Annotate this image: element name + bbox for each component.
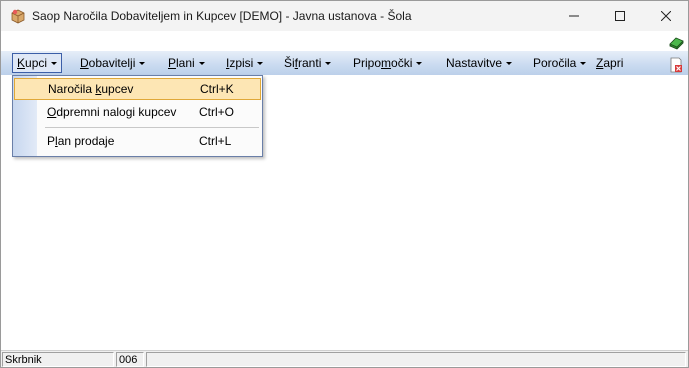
menu-label-post: upci bbox=[25, 56, 48, 70]
menu-item-shortcut: Ctrl+L bbox=[199, 134, 232, 148]
menu-pripomocki[interactable]: Pripomočki bbox=[349, 54, 426, 72]
chevron-down-icon bbox=[416, 62, 423, 66]
menu-label-post: lani bbox=[176, 56, 195, 70]
menu-label-pre: Poročila bbox=[533, 56, 577, 70]
window-title: Saop Naročila Dobaviteljem in Kupcev [DE… bbox=[32, 9, 412, 23]
kupci-dropdown-menu: Naročila kupcev Ctrl+K Odpremni nalogi k… bbox=[12, 75, 263, 157]
menu-item-plan-prodaje[interactable]: Plan prodaje Ctrl+L bbox=[14, 131, 259, 151]
menu-nastavitve[interactable]: Nastavitve bbox=[442, 54, 516, 72]
menu-label-pre: Nastavitve bbox=[446, 56, 503, 70]
menu-sifranti[interactable]: Šifranti bbox=[280, 54, 335, 72]
menu-accel: m bbox=[381, 56, 392, 70]
menu-dobavitelji[interactable]: Dobavitelji bbox=[76, 54, 149, 72]
menu-label-post: ranti bbox=[298, 56, 322, 70]
chevron-down-icon bbox=[139, 62, 146, 66]
menu-porocila[interactable]: Poročila bbox=[529, 54, 590, 72]
label-pre: Naročila bbox=[48, 82, 96, 96]
chevron-down-icon bbox=[506, 62, 513, 66]
menu-kupci[interactable]: Kupci bbox=[12, 53, 63, 73]
close-icon bbox=[661, 11, 671, 21]
status-code: 006 bbox=[116, 352, 144, 367]
menu-label-post: apri bbox=[603, 56, 624, 70]
menu-label-post: zpisi bbox=[229, 56, 254, 70]
status-user: Skrbnik bbox=[2, 352, 114, 367]
label-accel: O bbox=[47, 105, 57, 119]
label-post: dpremni nalogi kupcev bbox=[56, 105, 177, 119]
menu-plani[interactable]: Plani bbox=[164, 54, 209, 72]
menu-accel: P bbox=[168, 56, 177, 70]
menu-label-pre: Pripo bbox=[353, 56, 382, 70]
chevron-down-icon bbox=[51, 62, 58, 66]
menu-item-narocila-kupcev[interactable]: Naročila kupcev Ctrl+K bbox=[14, 78, 261, 100]
chevron-down-icon bbox=[580, 62, 587, 66]
maximize-button[interactable] bbox=[597, 1, 643, 31]
package-icon bbox=[10, 8, 26, 24]
chevron-down-icon bbox=[198, 62, 205, 66]
menu-item-shortcut: Ctrl+K bbox=[200, 82, 234, 96]
label-pre: P bbox=[47, 134, 56, 148]
chevron-down-icon bbox=[325, 62, 332, 66]
close-document-icon[interactable] bbox=[668, 57, 684, 73]
menu-bar: Kupci Dobavitelji Plani Izpisi Šifranti … bbox=[1, 51, 688, 75]
minimize-icon bbox=[569, 15, 579, 17]
maximize-icon bbox=[615, 11, 625, 21]
close-button[interactable] bbox=[643, 1, 688, 31]
menu-label-post: obavitelji bbox=[88, 56, 136, 70]
menu-zapri[interactable]: Zapri bbox=[592, 54, 627, 72]
title-bar[interactable]: Saop Naročila Dobaviteljem in Kupcev [DE… bbox=[1, 1, 688, 31]
app-window: Saop Naročila Dobaviteljem in Kupcev [DE… bbox=[0, 0, 689, 368]
menu-separator bbox=[45, 127, 259, 128]
menu-item-label: Naročila kupcev bbox=[48, 79, 133, 99]
menu-label-post: očki bbox=[391, 56, 413, 70]
minimize-button[interactable] bbox=[551, 1, 597, 31]
label-post: an prodaje bbox=[57, 134, 115, 148]
menu-accel: D bbox=[80, 56, 89, 70]
menu-item-shortcut: Ctrl+O bbox=[199, 105, 235, 119]
book-icon[interactable] bbox=[668, 35, 684, 51]
menu-label-pre: Ši bbox=[284, 56, 295, 70]
chevron-down-icon bbox=[257, 62, 264, 66]
menu-item-odpremni-nalogi[interactable]: Odpremni nalogi kupcev Ctrl+O bbox=[14, 102, 259, 122]
menu-item-label: Plan prodaje bbox=[47, 131, 114, 151]
status-bar: Skrbnik 006 bbox=[1, 350, 688, 367]
menu-accel: K bbox=[17, 56, 26, 70]
menu-izpisi[interactable]: Izpisi bbox=[222, 54, 267, 72]
menu-item-label: Odpremni nalogi kupcev bbox=[47, 102, 176, 122]
label-post: upcev bbox=[101, 82, 134, 96]
status-message bbox=[146, 352, 686, 367]
